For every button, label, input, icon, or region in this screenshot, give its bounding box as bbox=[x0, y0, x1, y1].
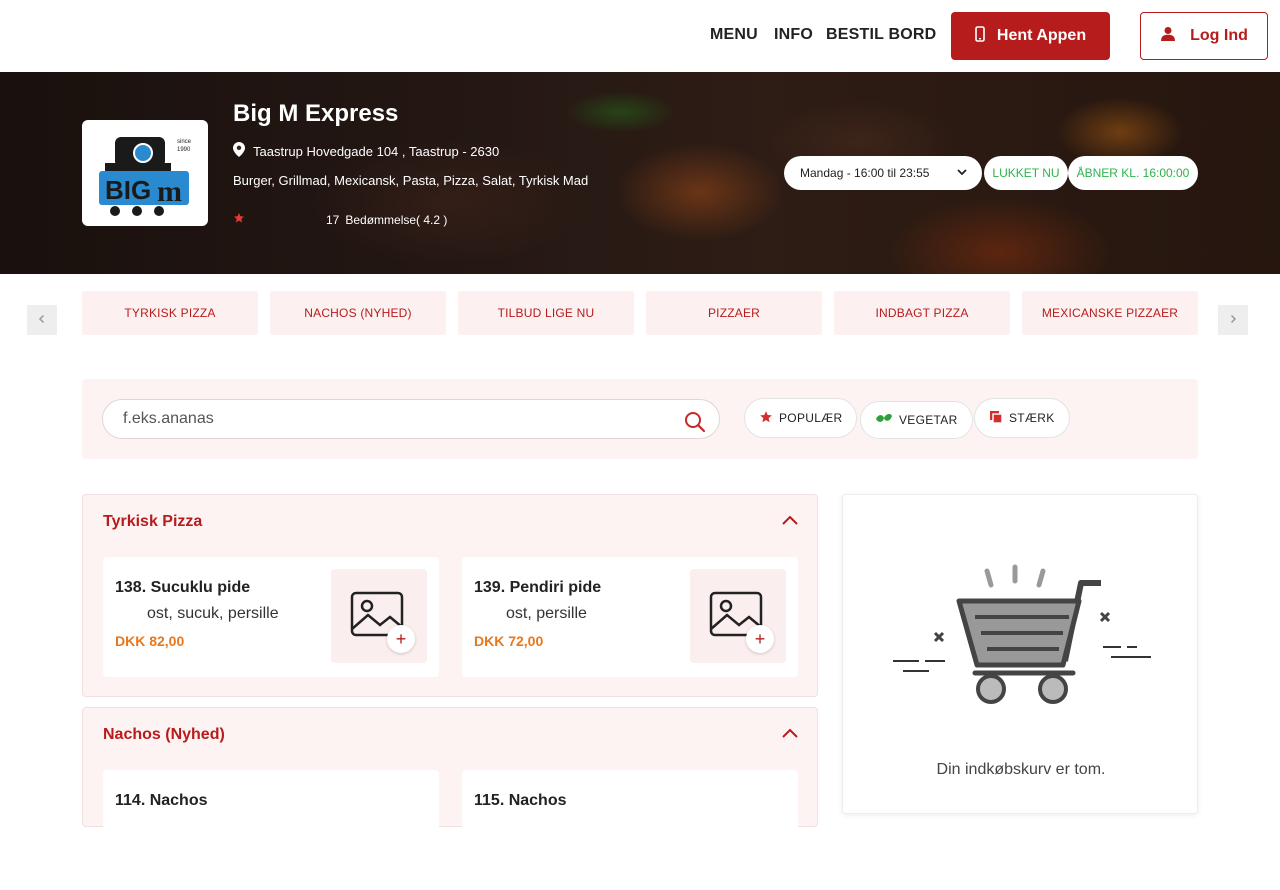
item-price: DKK 72,00 bbox=[474, 633, 544, 649]
nav-link-menu[interactable]: MENU bbox=[710, 26, 758, 44]
category-scroll-left-button[interactable] bbox=[27, 305, 57, 335]
category-tab-tyrkisk-pizza[interactable]: TYRKISK PIZZA bbox=[82, 291, 258, 335]
item-name: 114. Nachos bbox=[115, 792, 208, 809]
opening-hours-value: Mandag - 16:00 til 23:55 bbox=[800, 166, 930, 180]
top-navigation: MENU INFO BESTIL BORD Hent Appen Log Ind bbox=[0, 0, 1280, 72]
menu-item-card[interactable]: 114. Nachos bbox=[103, 770, 439, 890]
category-scroll-right-button[interactable] bbox=[1218, 305, 1248, 335]
restaurant-address: Taastrup Hovedgade 104 , Taastrup - 2630 bbox=[233, 142, 499, 160]
search-field[interactable] bbox=[102, 399, 720, 439]
chevron-down-icon bbox=[956, 166, 968, 181]
star-icon bbox=[233, 212, 245, 227]
category-tab-indbagt-pizza[interactable]: INDBAGT PIZZA bbox=[834, 291, 1010, 335]
item-price: DKK 82,00 bbox=[115, 633, 185, 649]
nav-link-info[interactable]: INFO bbox=[774, 26, 813, 44]
item-description: ost, sucuk, persille bbox=[147, 605, 279, 622]
menu-section-nachos: Nachos (Nyhed) 114. Nachos 115. Nachos bbox=[82, 707, 818, 890]
chevron-left-icon bbox=[37, 311, 47, 329]
rating-text: Bedømmelse( 4.2 ) bbox=[345, 212, 448, 227]
section-title: Tyrkisk Pizza bbox=[103, 513, 203, 530]
rating-count: 17 bbox=[326, 212, 340, 227]
restaurant-name: Big M Express bbox=[233, 100, 399, 127]
filter-vegetarian-label: VEGETAR bbox=[899, 413, 958, 427]
chevron-up-icon[interactable] bbox=[781, 726, 799, 744]
category-tab-tilbud[interactable]: TILBUD LIGE NU bbox=[458, 291, 634, 335]
svg-text:BIG: BIG bbox=[105, 175, 151, 205]
phone-icon bbox=[975, 25, 985, 47]
add-to-cart-button[interactable]: + bbox=[387, 625, 415, 653]
category-tab-mexicanske-pizzaer[interactable]: MEXICANSKE PIZZAER bbox=[1022, 291, 1198, 335]
section-title: Nachos (Nyhed) bbox=[103, 726, 225, 743]
cart-empty-text: Din indkøbskurv er tom. bbox=[936, 761, 1106, 778]
search-input[interactable] bbox=[123, 408, 663, 430]
login-label: Log Ind bbox=[1190, 27, 1248, 44]
logo-year: 1990 bbox=[177, 147, 191, 153]
item-name: 139. Pendiri pide bbox=[474, 579, 602, 596]
chevron-right-icon bbox=[1228, 311, 1238, 329]
filter-vegetarian-button[interactable]: VEGETAR bbox=[860, 401, 973, 439]
status-badge-closed: LUKKET NU bbox=[984, 156, 1068, 190]
restaurant-logo: BIG m since 1990 bbox=[82, 120, 208, 226]
status-badge-opens: ÅBNER KL. 16:00:00 bbox=[1068, 156, 1198, 190]
item-image bbox=[331, 569, 427, 663]
shopping-cart-panel: Din indkøbskurv er tom. bbox=[842, 494, 1198, 814]
add-to-cart-button[interactable]: + bbox=[746, 625, 774, 653]
item-name: 138. Sucuklu pide bbox=[115, 579, 251, 596]
leaf-icon bbox=[875, 413, 893, 428]
login-button[interactable]: Log Ind bbox=[1140, 12, 1268, 60]
rating-row: 17 Bedømmelse( 4.2 ) bbox=[233, 212, 447, 227]
filter-popular-label: POPULÆR bbox=[779, 411, 843, 425]
get-app-button[interactable]: Hent Appen bbox=[951, 12, 1110, 60]
item-image bbox=[690, 569, 786, 663]
category-tab-pizzaer[interactable]: PIZZAER bbox=[646, 291, 822, 335]
cuisine-list: Burger, Grillmad, Mexicansk, Pasta, Pizz… bbox=[233, 173, 589, 188]
filter-popular-button[interactable]: POPULÆR bbox=[744, 398, 858, 438]
nav-link-book-table[interactable]: BESTIL BORD bbox=[826, 26, 936, 44]
shopping-cart-icon bbox=[889, 561, 1153, 716]
menu-item-card[interactable]: 138. Sucuklu pide ost, sucuk, persille D… bbox=[103, 557, 439, 677]
menu-section-tyrkisk-pizza: Tyrkisk Pizza 138. Sucuklu pide ost, suc… bbox=[82, 494, 818, 697]
svg-text:m: m bbox=[157, 175, 182, 208]
category-tab-nachos[interactable]: NACHOS (NYHED) bbox=[270, 291, 446, 335]
filter-strong-label: STÆRK bbox=[1009, 411, 1055, 425]
opening-hours-select[interactable]: Mandag - 16:00 til 23:55 bbox=[784, 156, 982, 190]
search-icon[interactable] bbox=[684, 411, 706, 438]
get-app-label: Hent Appen bbox=[996, 27, 1087, 44]
menu-item-card[interactable]: 139. Pendiri pide ost, persille DKK 72,0… bbox=[462, 557, 798, 677]
star-icon bbox=[759, 410, 773, 427]
user-icon bbox=[1160, 26, 1176, 47]
restaurant-hero: BIG m since 1990 Big M Express Taastrup … bbox=[0, 72, 1280, 274]
chevron-up-icon[interactable] bbox=[781, 513, 799, 531]
location-pin-icon bbox=[233, 142, 245, 160]
item-name: 115. Nachos bbox=[474, 792, 567, 809]
logo-since: since bbox=[177, 139, 192, 145]
menu-item-card[interactable]: 115. Nachos bbox=[462, 770, 798, 890]
address-text: Taastrup Hovedgade 104 , Taastrup - 2630 bbox=[253, 143, 500, 159]
item-description: ost, persille bbox=[506, 605, 587, 622]
filter-strong-button[interactable]: STÆRK bbox=[974, 398, 1070, 438]
chili-icon bbox=[989, 410, 1003, 427]
